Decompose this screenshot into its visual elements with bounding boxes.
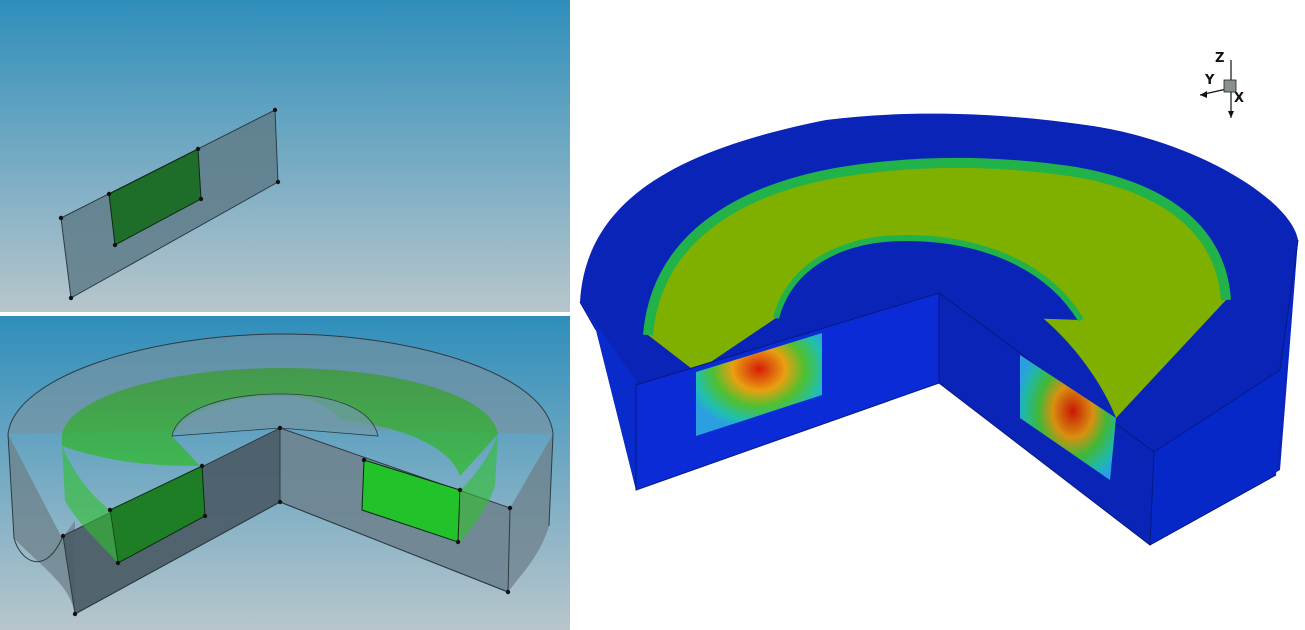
contour-result-viewport[interactable]: Z Y X [576, 0, 1305, 630]
vertex[interactable] [72, 611, 78, 617]
vertex[interactable] [112, 242, 118, 248]
geometry-canvas[interactable] [0, 316, 570, 630]
y-arrow-icon [1200, 91, 1207, 98]
vertex[interactable] [272, 107, 278, 113]
contour-canvas[interactable]: Z Y X [576, 0, 1305, 630]
vertex[interactable] [68, 295, 74, 301]
x-arrow-icon [1228, 111, 1234, 118]
vertex[interactable] [115, 560, 121, 566]
vertex[interactable] [58, 215, 64, 221]
vertex[interactable] [457, 487, 463, 493]
vertex[interactable] [505, 589, 511, 595]
axis-triad: Z Y X [1199, 51, 1244, 118]
vertex[interactable] [361, 457, 367, 463]
y-label: Y [1204, 73, 1215, 88]
vertex[interactable] [277, 499, 283, 505]
vertex[interactable] [107, 507, 113, 513]
vertex[interactable] [202, 513, 208, 519]
vertex[interactable] [507, 505, 513, 511]
2d-sketch-viewport[interactable] [0, 0, 570, 312]
revolved-geometry-viewport[interactable] [0, 316, 570, 630]
z-label: Z [1215, 51, 1224, 66]
vertex[interactable] [60, 533, 66, 539]
x-label: X [1234, 91, 1244, 106]
vertex[interactable] [106, 191, 112, 197]
sketch-canvas[interactable] [0, 0, 570, 312]
vertex[interactable] [195, 146, 201, 152]
vertex[interactable] [277, 425, 283, 431]
vertex[interactable] [199, 463, 205, 469]
vertex[interactable] [198, 196, 204, 202]
vertex[interactable] [275, 179, 281, 185]
vertex[interactable] [455, 539, 461, 545]
